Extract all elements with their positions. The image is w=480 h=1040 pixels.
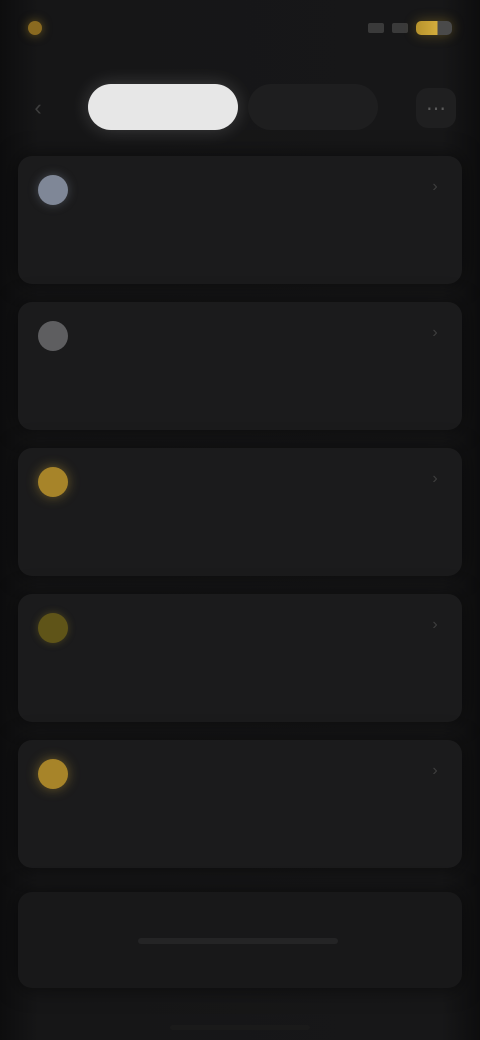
app-screen: ‹ ⋯ › › › › › [0,0,480,1040]
card-body [38,224,428,268]
notification-card[interactable]: › [18,448,462,576]
card-header [38,466,442,498]
chevron-right-icon: › [432,178,438,195]
warning-icon [38,467,68,497]
status-bar [0,0,480,56]
card-body [38,662,428,706]
tab-primary[interactable] [88,84,238,130]
tab-bar [88,82,388,132]
app-logo-icon [28,21,42,35]
notification-list: › › › › › [18,156,462,886]
info-icon [38,175,68,205]
placeholder-line [138,938,338,944]
info-icon [38,321,68,351]
card-header [38,612,442,644]
placeholder-card [18,892,462,988]
signal-icon [368,23,384,33]
notification-card[interactable]: › [18,740,462,868]
notification-card[interactable]: › [18,594,462,722]
tab-secondary[interactable] [248,84,378,130]
wifi-icon [392,23,408,33]
home-indicator[interactable] [170,1025,310,1030]
back-icon[interactable]: ‹ [24,94,52,122]
chevron-right-icon: › [432,470,438,487]
status-right [368,21,452,35]
more-options-icon[interactable]: ⋯ [416,88,456,128]
status-left [28,21,50,35]
warning-icon [38,613,68,643]
card-header [38,758,442,790]
notification-card[interactable]: › [18,302,462,430]
chevron-right-icon: › [432,324,438,341]
notification-card[interactable]: › [18,156,462,284]
card-body [38,516,428,560]
card-body [38,370,428,414]
chevron-right-icon: › [432,762,438,779]
card-body [38,808,428,852]
warning-icon [38,759,68,789]
top-nav: ‹ ⋯ [0,76,480,140]
card-header [38,174,442,206]
battery-icon [416,21,452,35]
chevron-right-icon: › [432,616,438,633]
card-header [38,320,442,352]
